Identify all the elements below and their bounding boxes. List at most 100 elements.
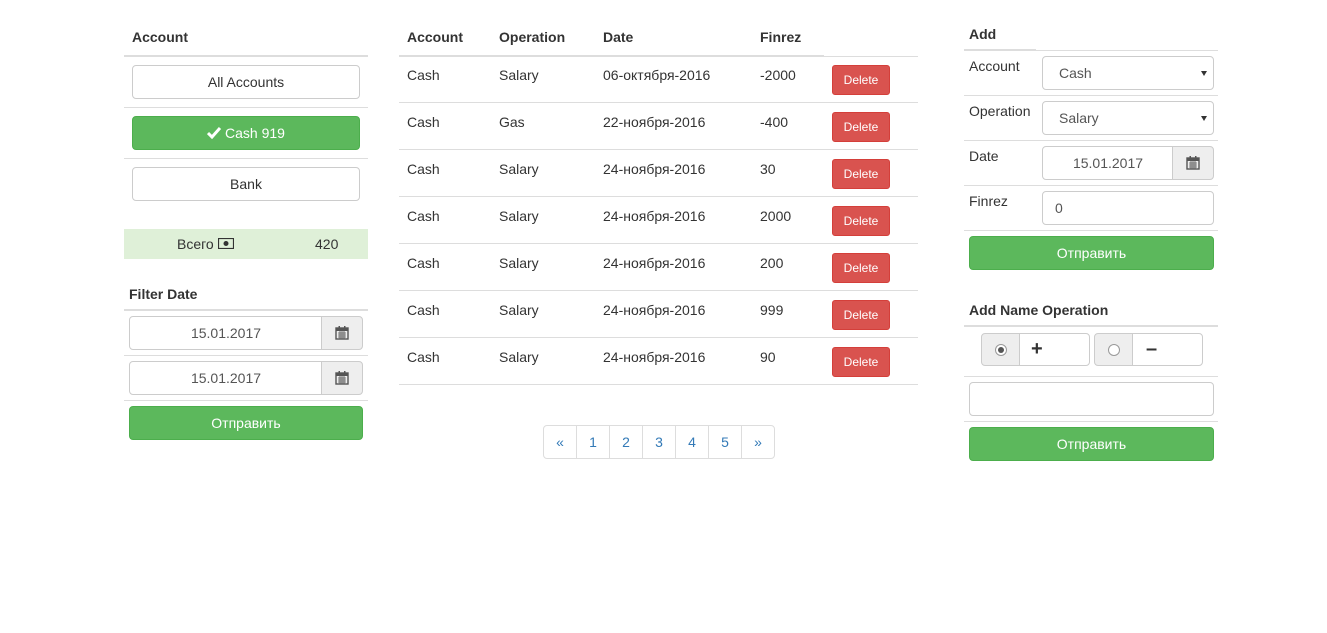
row-date: 06-октября-2016 (603, 67, 711, 83)
row-date: 24-ноября-2016 (603, 302, 706, 318)
divider (124, 309, 368, 311)
delete-button-label: Delete (843, 73, 879, 87)
delete-button[interactable]: Delete (832, 112, 890, 142)
row-operation: Gas (499, 114, 525, 130)
delete-button[interactable]: Delete (832, 206, 890, 236)
delete-button[interactable]: Delete (832, 65, 890, 95)
plus-type-field: + (1019, 333, 1090, 366)
table-row: Cash Salary 24-ноября-2016 2000 Delete (399, 197, 918, 244)
plus-radio[interactable] (995, 343, 1007, 356)
divider (964, 185, 1218, 186)
row-account: Cash (407, 255, 440, 271)
filter-submit-label: Отправить (211, 415, 281, 431)
add-submit-label: Отправить (1056, 245, 1127, 261)
check-icon (207, 127, 222, 139)
chevron-down-icon (1201, 71, 1207, 76)
operations-table: Account Operation Date Finrez Cash Salary… (399, 0, 918, 390)
row-operation: Salary (499, 67, 539, 83)
pagination-page-1[interactable]: 1 (576, 425, 610, 459)
row-date: 24-ноября-2016 (603, 161, 706, 177)
delete-button-label: Delete (843, 214, 879, 228)
divider (964, 95, 1218, 96)
filter-submit-button[interactable]: Отправить (129, 406, 363, 440)
delete-button[interactable]: Delete (832, 159, 890, 189)
date-from-value: 15.01.2017 (190, 325, 262, 341)
money-icon (218, 238, 234, 249)
pagination-page-5[interactable]: 5 (708, 425, 742, 459)
pagination-prev[interactable]: « (543, 425, 577, 459)
all-accounts-label: All Accounts (207, 74, 285, 90)
row-account: Cash (407, 67, 440, 83)
row-date: 22-ноября-2016 (603, 114, 706, 130)
delete-button-label: Delete (843, 120, 879, 134)
divider (124, 355, 368, 356)
add-header: Add (969, 26, 997, 42)
table-row: Cash Salary 24-ноября-2016 30 Delete (399, 150, 918, 197)
cash-account-label: Cash 919 (225, 125, 285, 141)
minus-radio[interactable] (1108, 343, 1120, 356)
table-row: Cash Salary 24-ноября-2016 999 Delete (399, 291, 918, 338)
total-row: Всего 420 (124, 229, 368, 259)
pagination-page-4[interactable]: 4 (675, 425, 709, 459)
divider (124, 158, 368, 159)
date-input[interactable]: 15.01.2017 (1042, 146, 1174, 180)
row-finrez: -2000 (760, 67, 796, 83)
operation-name-input[interactable] (969, 382, 1214, 416)
account-header: Account (132, 29, 188, 45)
calendar-icon (1186, 156, 1200, 170)
operation-select-value: Salary (1059, 110, 1099, 126)
date-from-calendar-button[interactable] (321, 316, 363, 350)
row-account: Cash (407, 161, 440, 177)
filter-date-header: Filter Date (129, 286, 198, 302)
col-header-date: Date (603, 29, 634, 45)
plus-icon: + (1031, 338, 1043, 360)
row-finrez: 90 (760, 349, 776, 365)
delete-button[interactable]: Delete (832, 347, 890, 377)
divider (124, 107, 368, 108)
row-finrez: 999 (760, 302, 784, 318)
total-label: Всего (177, 236, 214, 252)
table-row: Cash Salary 24-ноября-2016 200 Delete (399, 244, 918, 291)
add-submit-button[interactable]: Отправить (969, 236, 1214, 270)
delete-button-label: Delete (843, 167, 879, 181)
pagination-page-2[interactable]: 2 (609, 425, 643, 459)
pagination-next[interactable]: » (741, 425, 775, 459)
operation-label: Operation (969, 103, 1031, 119)
operation-select[interactable]: Salary (1042, 101, 1214, 135)
finrez-input-value: 0 (1055, 200, 1063, 216)
all-accounts-button[interactable]: All Accounts (132, 65, 360, 99)
account-select-value: Cash (1059, 65, 1092, 81)
divider (124, 400, 368, 401)
finrez-label: Finrez (969, 193, 1008, 209)
pagination-page-3[interactable]: 3 (642, 425, 676, 459)
date-from-input[interactable]: 15.01.2017 (129, 316, 323, 350)
finrez-input[interactable]: 0 (1042, 191, 1214, 225)
bank-account-label: Bank (230, 176, 262, 192)
row-operation: Salary (499, 349, 539, 365)
add-operation-submit-button[interactable]: Отправить (969, 427, 1214, 461)
row-finrez: 30 (760, 161, 776, 177)
divider (964, 49, 1036, 51)
cash-account-button[interactable]: Cash 919 (132, 116, 360, 150)
date-to-input[interactable]: 15.01.2017 (129, 361, 323, 395)
row-finrez: 200 (760, 255, 784, 271)
calendar-icon (335, 371, 349, 385)
col-header-account: Account (407, 29, 463, 45)
date-to-value: 15.01.2017 (190, 370, 262, 386)
row-date: 24-ноября-2016 (603, 255, 706, 271)
account-select[interactable]: Cash (1042, 56, 1214, 90)
table-row: Cash Salary 06-октября-2016 -2000 Delete (399, 56, 918, 103)
table-row: Cash Salary 24-ноября-2016 90 Delete (399, 338, 918, 385)
delete-button[interactable]: Delete (832, 300, 890, 330)
minus-radio-addon[interactable] (1094, 333, 1134, 366)
plus-radio-addon[interactable] (981, 333, 1021, 366)
row-operation: Salary (499, 255, 539, 271)
bank-account-button[interactable]: Bank (132, 167, 360, 201)
date-to-calendar-button[interactable] (321, 361, 363, 395)
delete-button[interactable]: Delete (832, 253, 890, 283)
row-date: 24-ноября-2016 (603, 349, 706, 365)
row-account: Cash (407, 349, 440, 365)
date-input-value: 15.01.2017 (1072, 155, 1144, 171)
date-label: Date (969, 148, 999, 164)
date-calendar-button[interactable] (1172, 146, 1214, 180)
